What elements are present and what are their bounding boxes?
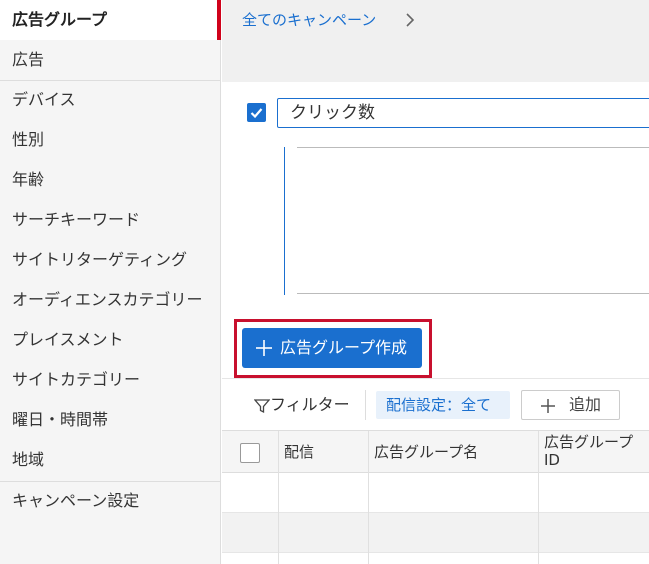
column-header-delivery[interactable]: 配信 [284, 431, 314, 473]
chart-top-gridline [297, 147, 649, 148]
chart-bottom-gridline [297, 293, 649, 294]
breadcrumb-all-campaigns[interactable]: 全てのキャンペーン [242, 10, 376, 30]
delivery-filter-chip[interactable]: 配信設定：全て [376, 391, 510, 419]
sidebar-item-site-retargeting[interactable]: サイトリターゲティング [0, 240, 221, 280]
sidebar-item-campaign-settings[interactable]: キャンペーン設定 [0, 481, 221, 521]
column-header-ad-group-id[interactable]: 広告グループ ID [544, 433, 644, 475]
sidebar-item-gender[interactable]: 性別 [0, 120, 221, 160]
add-filter-label: 追加 [569, 395, 602, 414]
ad-group-table: 配信 広告グループ名 広告グループ ID [222, 430, 649, 564]
sidebar: 広告グループ 広告 デバイス 性別 年齢 サーチキーワード サイトリターゲティン… [0, 0, 221, 564]
table-toolbar: フィルター 配信設定：全て 追加 [222, 378, 649, 430]
column-divider [368, 431, 369, 564]
metric-checkbox[interactable] [247, 103, 266, 122]
sidebar-item-placement[interactable]: プレイスメント [0, 320, 221, 360]
main-panel: 全てのキャンペーン クリック数 広告グループ作成 フィルター 配信設定：全て 追… [222, 0, 649, 564]
column-divider [278, 431, 279, 564]
create-ad-group-button[interactable]: 広告グループ作成 [242, 328, 422, 368]
table-header: 配信 広告グループ名 広告グループ ID [222, 431, 649, 473]
row-divider [222, 552, 649, 553]
sidebar-item-ad-group[interactable]: 広告グループ [0, 0, 221, 40]
checkmark-icon [250, 108, 263, 119]
filter-button[interactable]: フィルター [270, 394, 350, 416]
plus-icon [256, 340, 272, 356]
plus-icon [541, 399, 555, 413]
sidebar-item-age[interactable]: 年齢 [0, 160, 221, 200]
create-ad-group-label: 広告グループ作成 [280, 338, 408, 357]
sidebar-item-region[interactable]: 地域 [0, 440, 221, 480]
filter-icon [254, 399, 270, 414]
sidebar-item-site-category[interactable]: サイトカテゴリー [0, 360, 221, 400]
toolbar-divider [365, 390, 366, 420]
sidebar-item-ad[interactable]: 広告 [0, 40, 221, 80]
sidebar-item-search-keyword[interactable]: サーチキーワード [0, 200, 221, 240]
column-header-ad-group-name[interactable]: 広告グループ名 [374, 431, 478, 473]
table-row [222, 473, 649, 513]
column-divider [538, 431, 539, 564]
metric-select[interactable]: クリック数 [277, 98, 649, 128]
chart-area [284, 147, 649, 295]
select-all-checkbox[interactable] [240, 443, 260, 463]
table-row [222, 513, 649, 553]
sidebar-item-audience-category[interactable]: オーディエンスカテゴリー [0, 280, 221, 320]
header-bar: 全てのキャンペーン [222, 0, 649, 82]
chevron-right-icon [406, 13, 415, 27]
sidebar-item-day-time[interactable]: 曜日・時間帯 [0, 400, 221, 440]
sidebar-item-device[interactable]: デバイス [0, 80, 221, 120]
add-filter-button[interactable]: 追加 [521, 390, 620, 420]
